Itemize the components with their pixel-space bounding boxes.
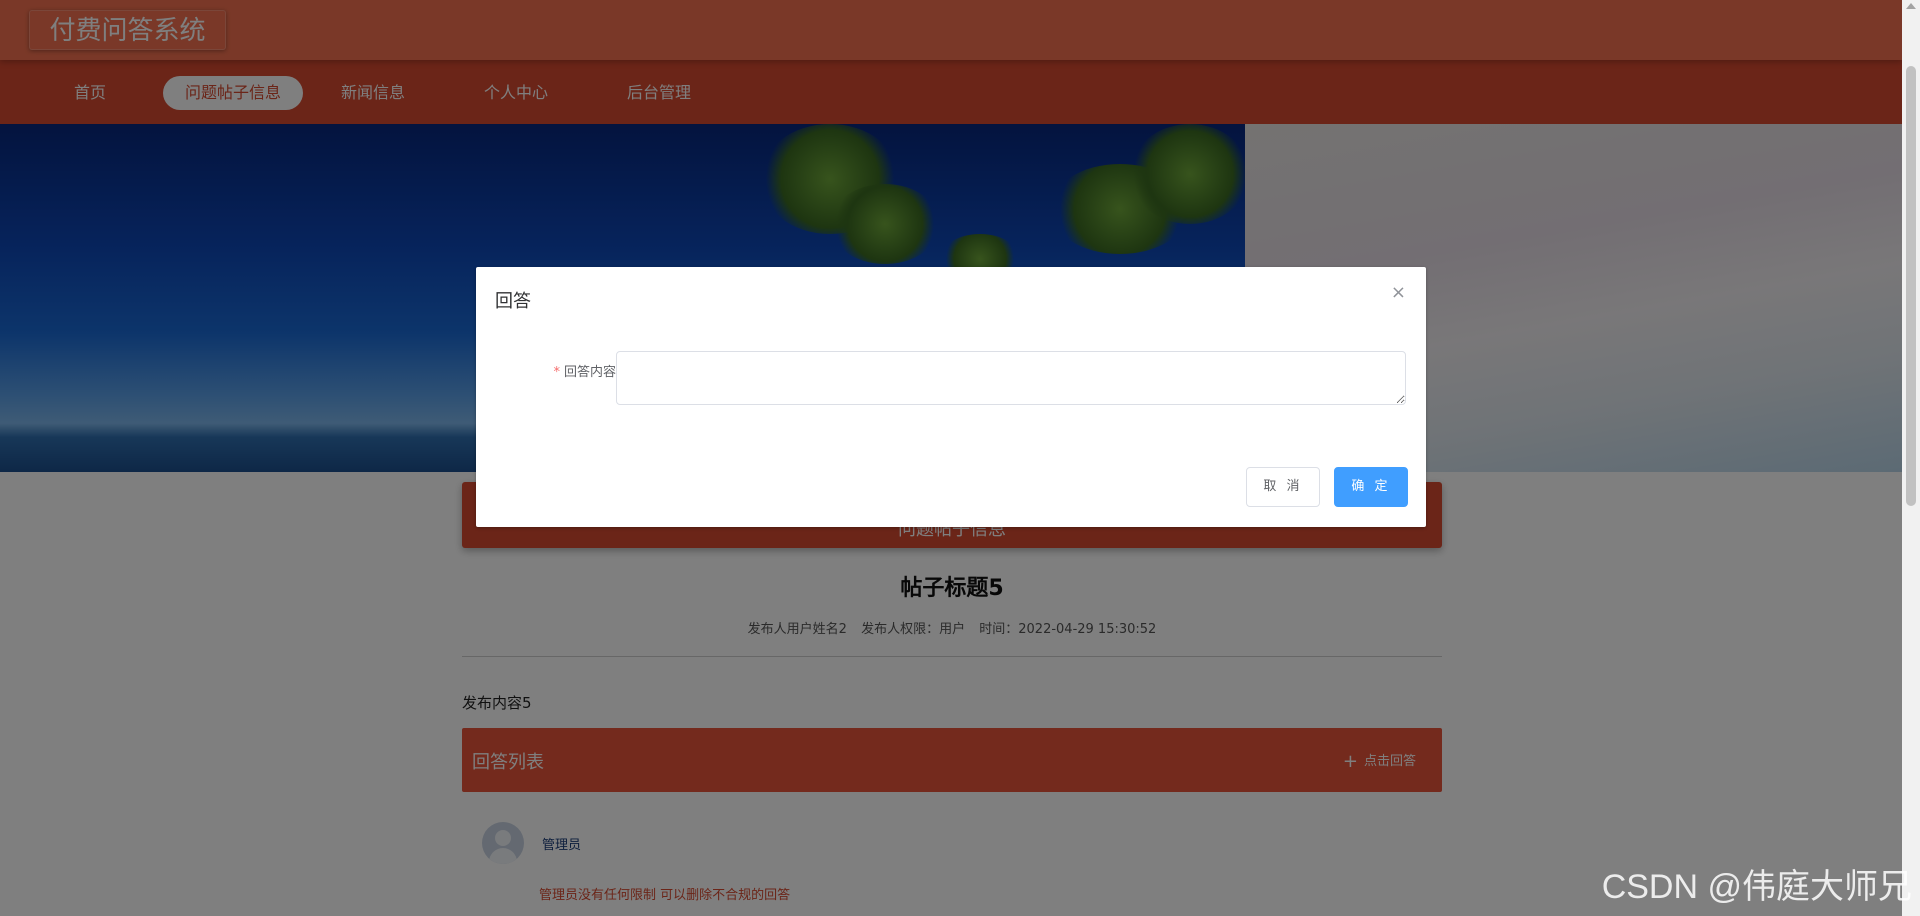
answer-content-input[interactable] [616, 351, 1406, 405]
required-mark: * [553, 365, 560, 380]
scroll-thumb[interactable] [1906, 66, 1916, 506]
answer-content-label: * 回答内容 [516, 361, 616, 380]
close-icon[interactable]: × [1391, 283, 1406, 303]
watermark: CSDN @伟庭大师兄 [1601, 868, 1912, 906]
confirm-button[interactable]: 确 定 [1334, 467, 1408, 507]
cancel-button[interactable]: 取 消 [1246, 467, 1320, 507]
dialog-title: 回答 [495, 291, 531, 312]
scroll-up-icon[interactable] [1906, 3, 1916, 9]
answer-dialog: 回答 × * 回答内容 取 消 确 定 [476, 267, 1426, 527]
answer-content-label-text: 回答内容 [563, 365, 616, 380]
page-scrollbar[interactable] [1902, 0, 1920, 916]
